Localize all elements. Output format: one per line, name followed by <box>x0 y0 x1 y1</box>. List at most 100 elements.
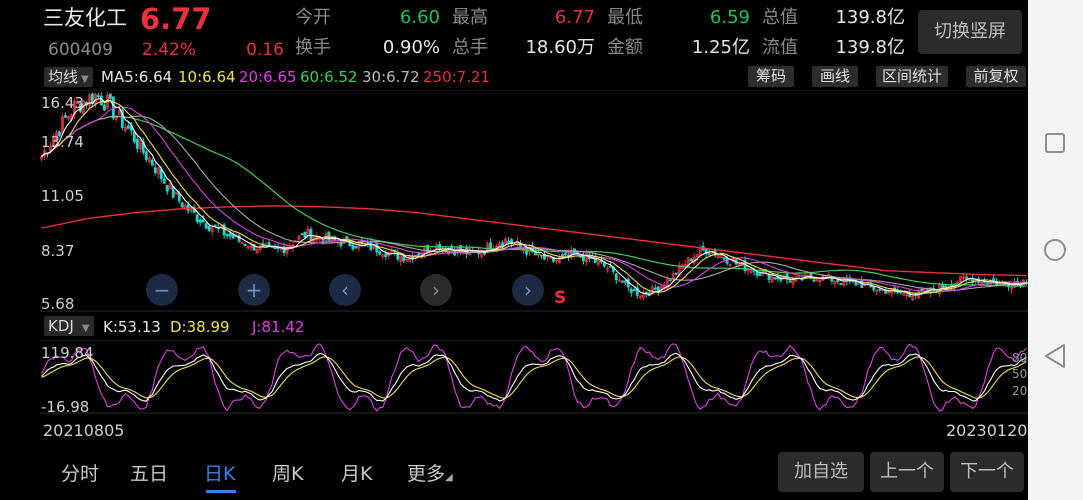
ma20-value: 20:6.65 <box>239 68 297 86</box>
candle-body <box>632 289 636 292</box>
candle-body <box>165 185 169 192</box>
ma-selector[interactable]: 均线 ▼ <box>44 67 93 87</box>
candle-body <box>722 257 726 260</box>
dropdown-arrow-icon: ▼ <box>81 74 89 85</box>
candle-body <box>162 178 166 184</box>
chevron-left-icon: ‹ <box>341 278 349 302</box>
candle-body <box>620 280 624 283</box>
candle-body <box>629 288 633 293</box>
indicator-bar: 均线 ▼ MA5:6.64 10:6.64 20:6.65 60:6.52 30:… <box>40 66 1028 88</box>
kdj-chart[interactable] <box>40 340 1028 414</box>
main-panel: 三友化工 6.77 今开 6.60 最高 6.77 最低 6.59 总值 139… <box>40 0 1028 500</box>
candle-body <box>378 251 382 255</box>
range-stats-button[interactable]: 区间统计 <box>876 66 948 87</box>
candle-body <box>773 277 777 280</box>
tab-five-day[interactable]: 五日 <box>130 462 168 486</box>
candle-body <box>375 243 379 253</box>
change-value: 0.16 <box>246 40 284 60</box>
tab-more-label: 更多 <box>407 463 446 485</box>
kdj-axis-bottom: -16.98 <box>41 398 90 416</box>
kdj-j-line <box>41 343 1027 412</box>
candle-body <box>501 242 505 247</box>
draw-line-button[interactable]: 画线 <box>812 66 858 87</box>
candle-body <box>614 273 618 281</box>
dropdown-arrow-icon: ▼ <box>81 323 90 334</box>
amount-value: 1.25亿 <box>691 37 750 58</box>
candle-body <box>225 234 229 236</box>
kdj-k-value: K:53.13 <box>103 318 161 336</box>
kdj-selector-label: KDJ <box>48 317 74 335</box>
date-start: 20210805 <box>43 421 125 440</box>
back-icon[interactable] <box>1045 344 1065 368</box>
candle-body <box>878 288 882 291</box>
chevron-end-icon: › <box>524 278 532 302</box>
switch-portrait-button[interactable]: 切换竖屏 <box>918 10 1022 54</box>
tab-weekly-k[interactable]: 周K <box>272 462 303 486</box>
ma60-line <box>41 115 1027 287</box>
kdj-k-line <box>41 352 1027 402</box>
tab-more[interactable]: 更多◢ <box>407 462 453 490</box>
candle-body <box>201 219 205 223</box>
low-value: 6.59 <box>709 7 750 28</box>
candle-body <box>563 253 567 256</box>
ma20-line <box>41 105 1027 293</box>
price-axis-2: 13.74 <box>41 133 84 151</box>
candle-body <box>144 151 148 160</box>
candle-body <box>507 240 510 243</box>
scroll-right-button[interactable]: › <box>420 274 452 306</box>
candle-body <box>351 244 355 250</box>
price-axis-3: 11.05 <box>41 187 84 205</box>
candle-body <box>111 96 115 119</box>
tab-intraday[interactable]: 分时 <box>61 462 99 486</box>
sell-marker: S <box>554 288 567 308</box>
candle-body <box>177 193 181 202</box>
candle-body <box>653 287 657 290</box>
kdj-selector[interactable]: KDJ ▼ <box>44 316 94 336</box>
candle-body <box>108 93 112 99</box>
tab-monthly-k[interactable]: 月K <box>341 462 372 486</box>
candle-body <box>135 139 139 149</box>
nav-icons <box>1044 133 1066 368</box>
recents-icon[interactable] <box>1045 133 1065 153</box>
candle-body <box>707 253 711 256</box>
ma250-value: 250:7.21 <box>423 68 491 86</box>
scroll-end-button[interactable]: › <box>512 274 544 306</box>
stock-name: 三友化工 <box>43 6 127 30</box>
float-cap-value: 139.8亿 <box>835 37 905 58</box>
left-edge <box>0 0 40 500</box>
date-end: 20230120 <box>946 421 1028 440</box>
candle-body <box>153 167 157 173</box>
ma60-value: 60:6.52 <box>300 68 358 86</box>
high-label: 最高 <box>452 7 488 28</box>
volume-label: 总手 <box>452 37 488 58</box>
chip-button[interactable]: 筹码 <box>748 66 794 87</box>
candle-body <box>99 96 103 106</box>
candle-body <box>674 272 678 275</box>
candle-body <box>384 253 388 257</box>
tab-daily-k[interactable]: 日K <box>204 462 235 486</box>
scroll-left-button[interactable]: ‹ <box>329 274 361 306</box>
next-stock-button[interactable]: 下一个 <box>950 452 1024 492</box>
kdj-j-value: J:81.42 <box>252 318 305 336</box>
zoom-out-button[interactable]: − <box>146 274 178 306</box>
add-watchlist-button[interactable]: 加自选 <box>778 452 864 492</box>
kdj-axis-20: 20 <box>1012 384 1028 398</box>
adjust-button[interactable]: 前复权 <box>966 66 1026 87</box>
plus-icon: + <box>245 278 263 302</box>
candle-body <box>150 159 154 166</box>
candle-body <box>126 125 130 129</box>
candle-body <box>689 258 693 262</box>
candle-body <box>788 280 792 283</box>
candle-body <box>944 285 948 288</box>
candle-body <box>483 252 487 255</box>
ma250-line <box>41 205 1027 277</box>
candle-body <box>965 276 969 279</box>
candle-body <box>186 204 190 211</box>
zoom-in-button[interactable]: + <box>238 274 270 306</box>
candle-body <box>758 273 762 276</box>
minus-icon: − <box>153 278 171 302</box>
candle-body <box>369 241 373 251</box>
price-axis-5: 5.68 <box>41 295 75 313</box>
home-icon[interactable] <box>1044 239 1066 261</box>
previous-stock-button[interactable]: 上一个 <box>870 452 944 492</box>
